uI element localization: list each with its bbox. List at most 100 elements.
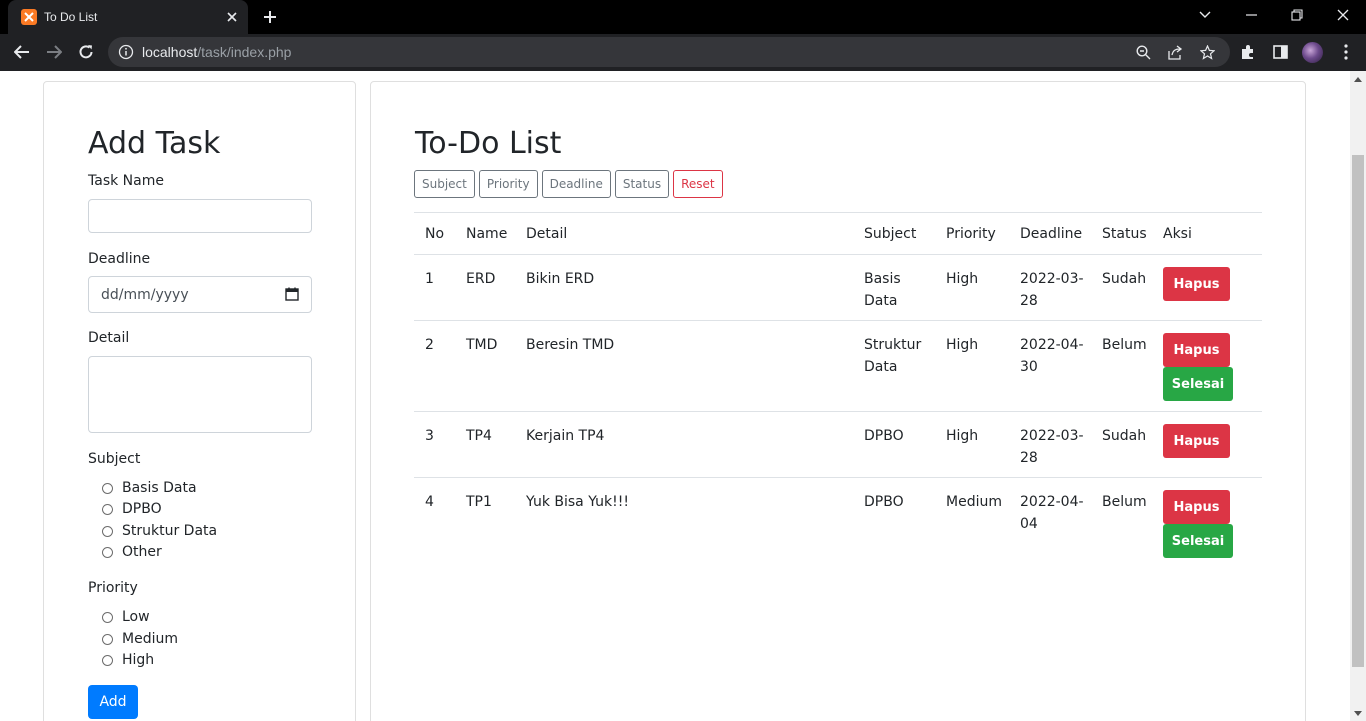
- todo-list-card: To-Do List Subject Priority Deadline Sta…: [370, 81, 1306, 721]
- table-row: 4 TP1 Yuk Bisa Yuk!!! DPBO Medium 2022-0…: [414, 478, 1262, 568]
- priority-radio-low[interactable]: Low: [102, 609, 150, 625]
- filter-status-button[interactable]: Status: [614, 170, 670, 198]
- cell-subject-line: Struktur: [864, 337, 922, 353]
- page-scrollbar[interactable]: [1350, 71, 1366, 721]
- browser-toolbar: localhost/task/index.php: [0, 34, 1366, 71]
- column-header-aksi: Aksi: [1163, 226, 1192, 242]
- column-header-no: No: [425, 226, 445, 242]
- table-header: No Name Detail Subject Priority Deadline…: [414, 212, 1262, 255]
- task-name-input[interactable]: [88, 199, 312, 233]
- column-header-status: Status: [1102, 226, 1147, 242]
- radio-label: Basis Data: [122, 480, 197, 496]
- cell-name: TP1: [466, 494, 492, 510]
- extensions-puzzle-icon[interactable]: [1238, 42, 1258, 62]
- chrome-menu-kebab-icon[interactable]: [1336, 42, 1356, 62]
- radio-circle-icon[interactable]: [102, 654, 113, 666]
- radio-circle-icon[interactable]: [102, 525, 113, 537]
- browser-tab-strip: To Do List: [0, 0, 1366, 34]
- radio-label: Struktur Data: [122, 523, 218, 539]
- add-button[interactable]: Add: [88, 685, 138, 719]
- side-panel-icon[interactable]: [1270, 42, 1290, 62]
- radio-circle-icon[interactable]: [102, 633, 113, 645]
- address-bar[interactable]: localhost/task/index.php: [108, 37, 1230, 67]
- subject-radio-basis-data[interactable]: Basis Data: [102, 480, 197, 496]
- url-text[interactable]: localhost/task/index.php: [142, 44, 291, 60]
- priority-label: Priority: [88, 580, 138, 596]
- cell-subject: Struktur Data: [864, 334, 921, 378]
- cell-subject-line: Data: [864, 359, 898, 375]
- priority-radio-medium[interactable]: Medium: [102, 631, 178, 647]
- cell-deadline-line: 28: [1020, 293, 1038, 309]
- cell-detail: Bikin ERD: [526, 271, 595, 287]
- hapus-button[interactable]: Hapus: [1163, 490, 1230, 524]
- radio-circle-icon[interactable]: [102, 482, 113, 494]
- cell-no: 2: [425, 337, 434, 353]
- xampp-favicon-icon: [21, 9, 37, 25]
- cell-status: Belum: [1102, 494, 1147, 510]
- cell-subject-line: Basis: [864, 271, 901, 287]
- deadline-date-input[interactable]: dd/mm/yyyy: [88, 276, 312, 313]
- cell-deadline: 2022-04- 30: [1020, 334, 1084, 378]
- cell-detail: Yuk Bisa Yuk!!!: [526, 494, 629, 510]
- minimize-icon[interactable]: [1228, 0, 1274, 30]
- selesai-button[interactable]: Selesai: [1163, 524, 1233, 558]
- deadline-label: Deadline: [88, 251, 151, 267]
- cell-priority: Medium: [946, 494, 1002, 510]
- radio-label: Other: [122, 544, 162, 560]
- filter-toolbar: Subject Priority Deadline Status Reset: [414, 170, 727, 198]
- subject-radio-struktur-data[interactable]: Struktur Data: [102, 523, 217, 539]
- priority-radio-high[interactable]: High: [102, 652, 154, 668]
- filter-priority-button[interactable]: Priority: [478, 170, 538, 198]
- bookmark-star-icon[interactable]: [1198, 43, 1216, 61]
- subject-label: Subject: [88, 451, 141, 467]
- filter-deadline-button[interactable]: Deadline: [541, 170, 611, 198]
- tab-close-icon[interactable]: [222, 7, 242, 27]
- profile-avatar[interactable]: [1302, 42, 1323, 63]
- share-icon[interactable]: [1166, 43, 1184, 61]
- forward-arrow-icon[interactable]: [41, 39, 67, 65]
- detail-textarea[interactable]: [88, 356, 312, 433]
- cell-deadline: 2022-04- 04: [1020, 491, 1084, 535]
- new-tab-plus-icon[interactable]: [260, 7, 280, 27]
- hapus-button[interactable]: Hapus: [1163, 424, 1230, 458]
- column-header-name: Name: [466, 226, 508, 242]
- cell-name: ERD: [466, 271, 496, 287]
- zoom-icon[interactable]: [1134, 43, 1152, 61]
- restore-icon[interactable]: [1274, 0, 1320, 30]
- selesai-button[interactable]: Selesai: [1163, 367, 1233, 401]
- scrollbar-thumb[interactable]: [1352, 155, 1364, 667]
- site-info-icon[interactable]: [118, 44, 134, 60]
- column-header-subject: Subject: [864, 226, 917, 242]
- hapus-button[interactable]: Hapus: [1163, 267, 1230, 301]
- cell-subject: Basis Data: [864, 268, 901, 312]
- radio-circle-icon[interactable]: [102, 546, 113, 558]
- back-arrow-icon[interactable]: [9, 39, 35, 65]
- calendar-icon[interactable]: [285, 287, 299, 301]
- scroll-down-arrow-icon[interactable]: [1350, 705, 1366, 721]
- table-row: 3 TP4 Kerjain TP4 DPBO High 2022-03- 28 S…: [414, 412, 1262, 478]
- radio-label: Low: [122, 609, 150, 625]
- cell-priority: High: [946, 337, 979, 353]
- filter-subject-button[interactable]: Subject: [414, 170, 475, 198]
- task-table: No Name Detail Subject Priority Deadline…: [414, 212, 1262, 568]
- close-window-icon[interactable]: [1320, 0, 1366, 30]
- cell-deadline-line: 2022-03-: [1020, 271, 1084, 287]
- tab-search-chevron-icon[interactable]: [1182, 0, 1228, 30]
- radio-circle-icon[interactable]: [102, 503, 113, 515]
- radio-label: DPBO: [122, 501, 162, 517]
- radio-circle-icon[interactable]: [102, 611, 113, 623]
- cell-priority: High: [946, 271, 979, 287]
- reset-filter-button[interactable]: Reset: [673, 170, 723, 198]
- cell-deadline-line: 2022-04-: [1020, 337, 1084, 353]
- url-path: /task/index.php: [197, 44, 292, 60]
- hapus-button[interactable]: Hapus: [1163, 333, 1230, 367]
- reload-icon[interactable]: [73, 39, 99, 65]
- cell-deadline: 2022-03- 28: [1020, 268, 1084, 312]
- cell-subject: DPBO: [864, 494, 904, 510]
- subject-radio-dpbo[interactable]: DPBO: [102, 501, 162, 517]
- browser-tab[interactable]: To Do List: [8, 0, 248, 34]
- subject-radio-other[interactable]: Other: [102, 544, 162, 560]
- cell-deadline: 2022-03- 28: [1020, 425, 1084, 469]
- column-header-deadline: Deadline: [1020, 226, 1083, 242]
- scroll-up-arrow-icon[interactable]: [1350, 71, 1366, 87]
